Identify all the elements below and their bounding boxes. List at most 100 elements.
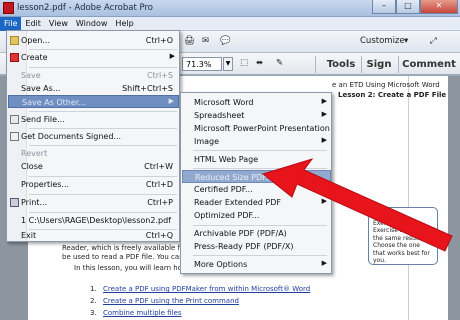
menu-divider [29,111,177,112]
menu-divider [29,176,177,177]
page-edge [408,76,409,320]
menu-window[interactable]: Window [72,17,112,31]
menu-item-send-file[interactable]: Send File... [8,113,179,126]
menu-item-label: Revert [21,149,48,158]
menu-item-create[interactable]: Create ▶ [8,51,179,64]
submenu-item-image[interactable]: Image ▶ [182,135,331,148]
menu-view[interactable]: View [45,17,72,31]
menu-item-revert[interactable]: Revert [8,147,179,160]
comment-tool-icon[interactable]: ✎ [276,58,283,71]
submenu-item-optimized-pdf[interactable]: Optimized PDF... [182,209,331,222]
create-pdf-icon [10,53,19,62]
menu-item-close[interactable]: Close Ctrl+W [8,160,179,173]
acrobat-app-icon [3,2,14,14]
minimize-button[interactable]: – [372,0,396,14]
menu-item-save-as[interactable]: Save As... Shift+Ctrl+S [8,82,179,95]
doc-header-line1: e an ETD Using Microsoft Word [332,81,440,89]
close-button[interactable]: ✕ [420,0,458,14]
zoom-dropdown-icon[interactable]: ▼ [223,57,233,71]
print-icon[interactable]: 🖨 [184,36,195,49]
submenu-item-spreadsheet[interactable]: Spreadsheet ▶ [182,109,331,122]
menu-item-label: Get Documents Signed... [21,132,122,141]
submenu-item-label: Certified PDF... [194,185,253,194]
menu-item-shortcut: Ctrl+Q [145,231,173,240]
menu-divider [29,67,177,68]
submenu-item-label: Reduced Size PDF... [195,173,274,182]
comment-bubble-icon[interactable]: 💬 [220,36,231,49]
toolbar-divider [361,56,362,73]
fit-width-icon[interactable]: ⬌ [256,58,263,71]
submenu-item-label: More Options [194,260,248,269]
submenu-item-more-options[interactable]: More Options ▶ [182,258,331,271]
doc-header-line2: Lesson 2: Create a PDF File [338,91,447,99]
menu-item-properties[interactable]: Properties... Ctrl+D [8,178,179,191]
maximize-button[interactable]: □ [396,0,420,14]
submenu-item-html-web-page[interactable]: HTML Web Page [182,153,331,166]
tab-sign[interactable]: Sign [364,57,394,73]
submenu-item-label: Microsoft PowerPoint Presentation [194,124,330,133]
submenu-item-microsoft-word[interactable]: Microsoft Word ▶ [182,96,331,109]
menu-item-shortcut: Ctrl+W [144,162,173,171]
menu-item-exit[interactable]: Exit Ctrl+Q [8,229,179,242]
submenu-item-label: Spreadsheet [194,111,245,120]
callout-title: Tip [373,212,384,219]
customize-dropdown-icon[interactable]: ▾ [404,36,408,49]
zoom-input[interactable]: 71.3% [182,57,222,71]
submenu-item-label: Microsoft Word [194,98,254,107]
menu-bar: File Edit View Window Help [0,17,460,31]
submenu-item-reader-extended-pdf[interactable]: Reader Extended PDF ▶ [182,196,331,209]
submenu-arrow-icon: ▶ [321,136,327,144]
menu-item-open[interactable]: Open... Ctrl+O [8,34,179,47]
fit-page-icon[interactable]: ⬚ [240,58,248,71]
submenu-arrow-icon: ▶ [321,110,327,118]
submenu-divider [193,168,327,169]
submenu-item-press-ready-pdf[interactable]: Press-Ready PDF (PDF/X) [182,240,331,253]
menu-item-print[interactable]: Print... Ctrl+P [8,196,179,209]
menu-item-shortcut: Ctrl+P [147,198,173,207]
menu-item-recent-file[interactable]: 1 C:\Users\RAGE\Desktop\lesson2.pdf [8,214,179,227]
menu-item-label: Close [21,162,43,171]
signature-icon [10,132,19,141]
menu-help[interactable]: Help [111,17,137,31]
submenu-item-powerpoint[interactable]: Microsoft PowerPoint Presentation [182,122,331,135]
doc-link[interactable]: Combine multiple files [103,309,181,317]
menu-item-shortcut: Ctrl+O [145,36,173,45]
expand-icon[interactable]: ⤢ [430,36,437,49]
print-icon [10,198,19,207]
folder-icon [10,36,19,45]
menu-item-label: Open... [21,36,50,45]
menu-item-save[interactable]: Save Ctrl+S [8,69,179,82]
doc-link[interactable]: Create a PDF using the Print command [103,297,239,305]
submenu-item-reduced-size-pdf[interactable]: Reduced Size PDF... [182,170,331,183]
customize-button[interactable]: Customize [360,36,405,49]
file-menu: Open... Ctrl+O Create ▶ Save Ctrl+S Save… [6,30,180,242]
list-number: 3. [90,309,97,317]
menu-file[interactable]: File [0,17,22,31]
submenu-item-label: Image [194,137,220,146]
menu-item-label: Save [21,71,41,80]
doc-link[interactable]: Create a PDF using PDFMaker from within … [103,285,310,293]
submenu-item-label: HTML Web Page [194,155,259,164]
submenu-item-archivable-pdf[interactable]: Archivable PDF (PDF/A) [182,227,331,240]
submenu-arrow-icon: ▶ [321,97,327,105]
submenu-arrow-icon: ▶ [169,52,175,60]
submenu-divider [193,150,327,151]
email-icon[interactable]: ✉ [202,36,209,49]
menu-divider [29,212,177,213]
menu-item-get-documents-signed[interactable]: Get Documents Signed... [8,130,179,143]
submenu-arrow-icon: ▶ [321,197,327,205]
menu-divider [29,145,177,146]
callout-text: Exercise 1 and Exercise 2 produce the sa… [373,219,431,265]
menu-item-save-as-other[interactable]: Save As Other... ▶ [8,95,179,108]
menu-divider [29,49,177,50]
menu-item-label: Print... [21,198,48,207]
doc-paragraph: be used to read a PDF file. You cannot [62,253,196,261]
menu-item-shortcut: Ctrl+D [145,180,173,189]
submenu-item-label: Reader Extended PDF [194,198,281,207]
tab-comment[interactable]: Comment [401,57,457,73]
toolbar-divider [398,56,399,73]
menu-edit[interactable]: Edit [21,17,45,31]
submenu-item-certified-pdf[interactable]: Certified PDF... [182,183,331,196]
window-title: lesson2.pdf - Adobe Acrobat Pro [17,3,153,13]
tab-tools[interactable]: Tools [324,57,358,73]
